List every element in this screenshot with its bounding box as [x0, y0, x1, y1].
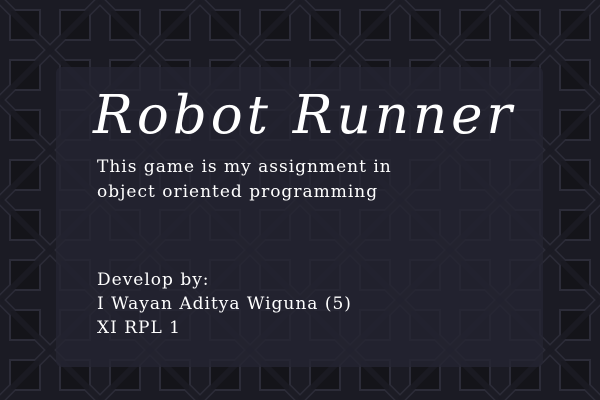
- description-line-2: object oriented programming: [97, 182, 379, 202]
- game-description: This game is my assignment in object ori…: [97, 155, 392, 205]
- game-title: Robot Runner: [93, 85, 516, 146]
- description-line-1: This game is my assignment in: [97, 157, 392, 177]
- credits-heading: Develop by:: [97, 270, 210, 290]
- developer-name: I Wayan Aditya Wiguna (5): [97, 294, 352, 314]
- developer-class: XI RPL 1: [97, 318, 181, 338]
- developer-credits: Develop by: I Wayan Aditya Wiguna (5) XI…: [97, 268, 352, 340]
- title-screen: Robot Runner This game is my assignment …: [0, 0, 600, 400]
